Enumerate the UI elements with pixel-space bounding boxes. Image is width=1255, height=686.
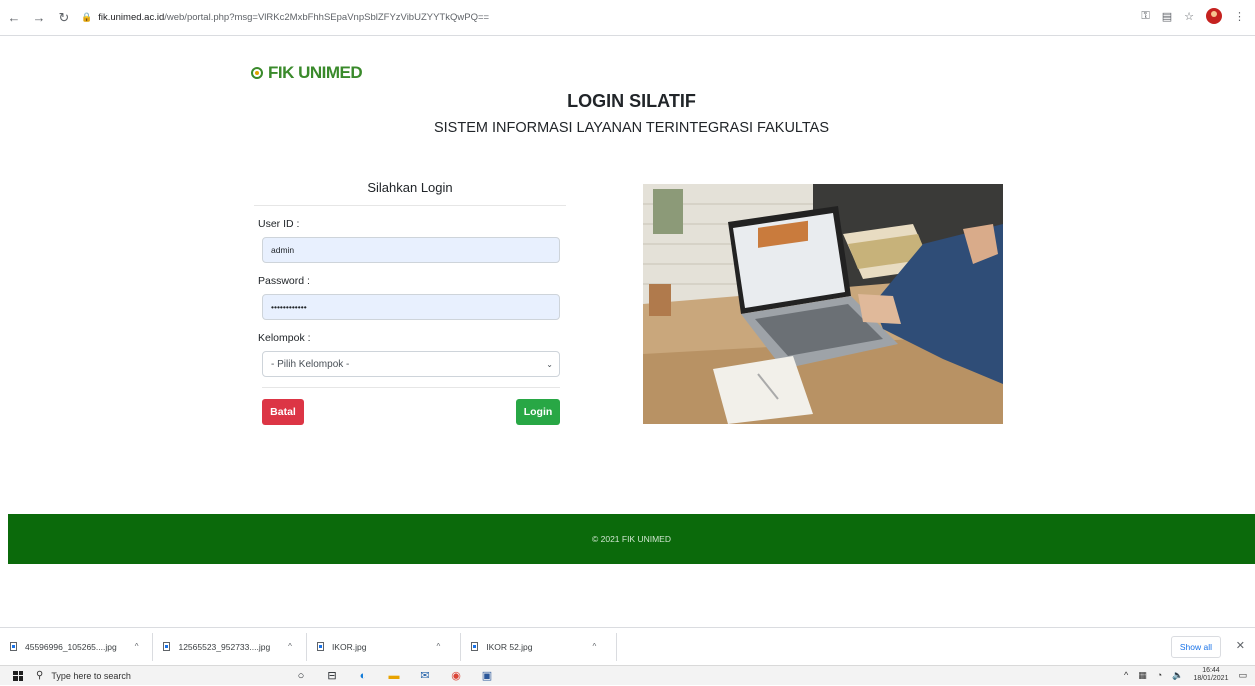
- unimed-seal-icon: [251, 67, 263, 79]
- page-subtitle: SISTEM INFORMASI LAYANAN TERINTEGRASI FA…: [433, 120, 830, 136]
- edge-icon[interactable]: ◐: [356, 669, 370, 683]
- download-filename: 12565523_952733....jpg: [178, 641, 271, 652]
- taskbar-search[interactable]: ⚲ Type here to search: [36, 666, 266, 686]
- login-heading: Silahkan Login: [254, 180, 566, 206]
- download-item[interactable]: IKOR.jpg ^: [307, 632, 462, 661]
- windows-taskbar: ⚲ Type here to search ○ ⊟ ◐ ▬ ✉ ◉ ▣ ^ ▦ …: [0, 665, 1255, 685]
- forward-arrow-icon[interactable]: →: [28, 7, 50, 29]
- download-item[interactable]: 45596996_105265....jpg ^: [0, 632, 154, 661]
- taskbar-search-placeholder: Type here to search: [51, 670, 131, 681]
- group-label: Kelompok :: [258, 332, 311, 344]
- file-explorer-icon[interactable]: ▬: [387, 669, 401, 683]
- address-bar[interactable]: 🔒 fik.unimed.ac.id /web/portal.php?msg=V…: [81, 6, 489, 30]
- logo-text: FIK UNIMED: [268, 63, 363, 82]
- page-title: LOGIN SILATIF: [567, 91, 696, 111]
- clock-time: 16:44: [1202, 667, 1220, 674]
- cancel-button[interactable]: Batal: [262, 399, 304, 425]
- browser-toolbar: ← → ↻ 🔒 fik.unimed.ac.id /web/portal.php…: [0, 0, 1255, 36]
- divider: [262, 387, 560, 388]
- chevron-up-icon[interactable]: ^: [1124, 670, 1128, 680]
- lock-icon: 🔒: [81, 12, 93, 22]
- chevron-up-icon[interactable]: ^: [593, 642, 597, 651]
- laptop-photo: [643, 184, 1003, 424]
- form-actions: Batal Login: [262, 399, 560, 425]
- download-filename: IKOR.jpg: [331, 641, 367, 652]
- profile-avatar[interactable]: [1206, 8, 1222, 24]
- login-button[interactable]: Login: [516, 399, 560, 425]
- windows-start-icon[interactable]: [8, 666, 28, 686]
- task-view-icon[interactable]: ⊟: [325, 669, 339, 683]
- login-form: Silahkan Login User ID : Password : Kelo…: [254, 180, 566, 425]
- system-tray: ^ ▦ ◔ 🔈 16:44 18/01/2021 ▭: [1124, 667, 1247, 683]
- site-footer: © 2021 FIK UNIMED: [8, 514, 1255, 564]
- download-bar: 45596996_105265....jpg ^ 12565523_952733…: [0, 627, 1255, 665]
- kebab-menu-icon[interactable]: ⋮: [1234, 10, 1245, 23]
- image-file-icon: [316, 642, 324, 651]
- back-arrow-icon[interactable]: ←: [3, 7, 25, 29]
- url-host: fik.unimed.ac.id: [98, 12, 165, 23]
- chevron-down-icon: ⌄: [546, 359, 553, 369]
- clock-date: 18/01/2021: [1193, 675, 1229, 682]
- chevron-up-icon[interactable]: ^: [288, 642, 292, 651]
- reload-icon[interactable]: ↻: [53, 7, 75, 29]
- word-icon[interactable]: ▣: [480, 669, 494, 683]
- download-item[interactable]: 12565523_952733....jpg ^: [153, 632, 307, 661]
- volume-icon[interactable]: 🔈: [1172, 670, 1183, 681]
- translate-icon[interactable]: ▤: [1162, 10, 1172, 23]
- group-selected-value: - Pilih Kelompok -: [271, 358, 350, 370]
- cortana-icon[interactable]: ○: [294, 669, 308, 683]
- taskbar-apps: ○ ⊟ ◐ ▬ ✉ ◉ ▣: [294, 669, 494, 683]
- userid-input[interactable]: [262, 237, 560, 263]
- site-logo[interactable]: FIK UNIMED: [251, 63, 363, 83]
- image-file-icon: [471, 642, 479, 651]
- browser-actions: ⚿ ▤ ☆ ⋮: [1141, 8, 1245, 24]
- copyright-text: © 2021 FIK UNIMED: [591, 534, 671, 544]
- key-icon[interactable]: ⚿: [1141, 10, 1149, 23]
- network-icon[interactable]: ▦: [1138, 670, 1147, 681]
- taskbar-clock[interactable]: 16:44 18/01/2021: [1193, 667, 1228, 683]
- wifi-icon[interactable]: ◔: [1157, 670, 1162, 680]
- password-input[interactable]: [262, 294, 560, 320]
- page-content: FIK UNIMED LOGIN SILATIF SISTEM INFORMAS…: [8, 37, 1255, 627]
- chrome-icon[interactable]: ◉: [449, 669, 463, 683]
- download-item[interactable]: IKOR 52.jpg ^: [461, 632, 618, 661]
- image-file-icon: [163, 642, 171, 651]
- chevron-up-icon[interactable]: ^: [135, 642, 139, 651]
- group-select[interactable]: - Pilih Kelompok - ⌄: [262, 351, 560, 377]
- search-icon: ⚲: [36, 670, 44, 681]
- download-filename: IKOR 52.jpg: [486, 641, 533, 652]
- url-path: /web/portal.php?msg=VlRKc2MxbFhhSEpaVnpS…: [164, 12, 490, 23]
- chevron-up-icon[interactable]: ^: [436, 642, 440, 651]
- download-filename: 45596996_105265....jpg: [25, 641, 117, 652]
- close-icon[interactable]: ✕: [1236, 639, 1245, 652]
- notification-icon[interactable]: ▭: [1238, 670, 1247, 681]
- userid-label: User ID :: [258, 218, 300, 230]
- password-label: Password :: [258, 275, 310, 287]
- star-icon[interactable]: ☆: [1184, 10, 1194, 23]
- mail-icon[interactable]: ✉: [418, 669, 432, 683]
- show-all-button[interactable]: Show all: [1170, 636, 1221, 658]
- image-file-icon: [10, 642, 17, 651]
